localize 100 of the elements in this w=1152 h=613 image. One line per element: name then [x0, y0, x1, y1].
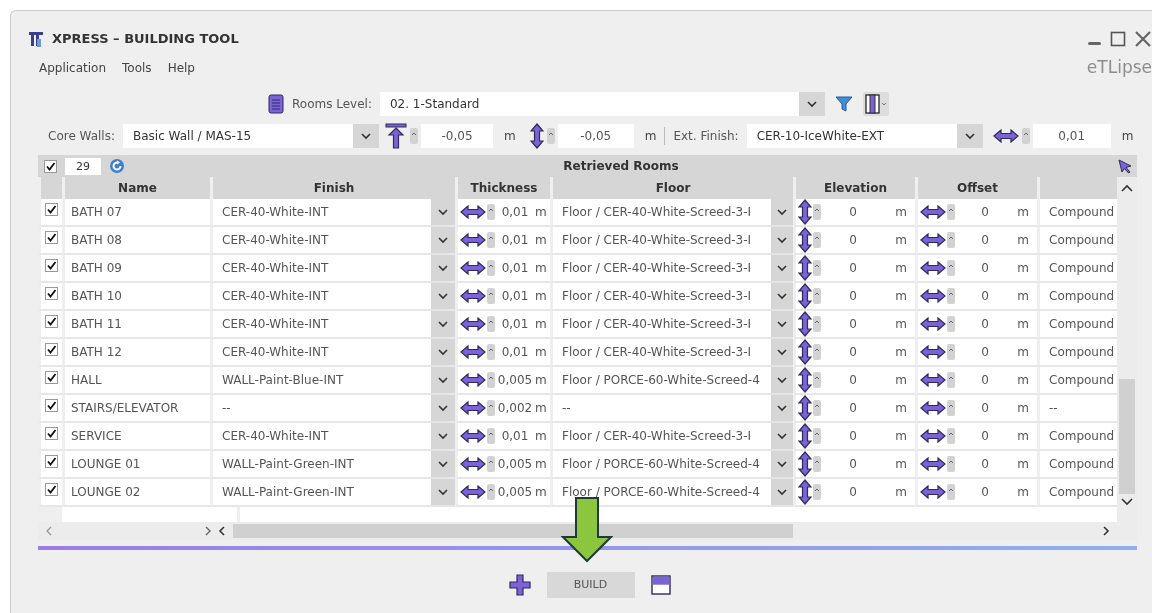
checkbox[interactable] [45, 231, 58, 244]
spin-button[interactable] [487, 344, 495, 360]
number-field[interactable]: 0 [955, 483, 1015, 501]
dropdown-button[interactable] [431, 339, 455, 365]
spin-button[interactable] [813, 260, 821, 276]
spin-button[interactable] [410, 128, 418, 144]
number-field[interactable]: 0 [955, 455, 1015, 473]
column-header[interactable]: Thickness [455, 177, 550, 199]
number-field[interactable]: 0,01 [495, 259, 535, 277]
checkbox[interactable] [45, 455, 58, 468]
spin-button[interactable] [813, 372, 821, 388]
spin-button[interactable] [813, 316, 821, 332]
spin-button[interactable] [813, 400, 821, 416]
number-field[interactable]: 0 [955, 287, 1015, 305]
number-field[interactable]: -0,05 [421, 124, 493, 148]
number-field[interactable]: 0 [821, 343, 885, 361]
spin-button[interactable] [487, 260, 495, 276]
spin-button[interactable] [947, 400, 955, 416]
number-field[interactable]: 0 [955, 343, 1015, 361]
number-field[interactable]: 0,005 [495, 455, 535, 473]
filter-icon[interactable] [834, 95, 853, 113]
select-field[interactable]: CER-10-IceWhite-EXT [746, 124, 983, 148]
spin-button[interactable] [813, 204, 821, 220]
number-field[interactable]: 0,01 [495, 203, 535, 221]
checkbox[interactable] [45, 287, 58, 300]
number-field[interactable]: 0 [955, 371, 1015, 389]
dropdown-button[interactable] [771, 395, 793, 421]
spin-button[interactable] [947, 316, 955, 332]
spin-button[interactable] [813, 456, 821, 472]
checkbox[interactable] [45, 203, 58, 216]
checkbox[interactable] [45, 315, 58, 328]
dropdown-button[interactable] [431, 423, 455, 449]
spin-button[interactable] [813, 232, 821, 248]
number-field[interactable]: 0 [821, 399, 885, 417]
checkbox[interactable] [44, 159, 57, 173]
checkbox[interactable] [45, 259, 58, 272]
number-field[interactable]: 0 [955, 259, 1015, 277]
column-header[interactable]: Floor [550, 177, 793, 199]
dropdown-button[interactable] [431, 451, 455, 477]
spin-button[interactable] [487, 316, 495, 332]
spin-button[interactable] [947, 260, 955, 276]
column-header[interactable]: Elevation [793, 177, 915, 199]
scrollbar-thumb[interactable] [233, 524, 793, 538]
spin-button[interactable] [947, 372, 955, 388]
dropdown-button[interactable] [431, 395, 455, 421]
dropdown-button[interactable] [431, 283, 455, 309]
dropdown-button[interactable] [353, 124, 379, 148]
select-field[interactable]: Basic Wall / MAS-15 [123, 124, 379, 148]
spin-button[interactable] [487, 232, 495, 248]
spin-button[interactable] [1021, 128, 1030, 144]
column-header[interactable]: Offset [915, 177, 1037, 199]
spin-button[interactable] [813, 288, 821, 304]
dropdown-button[interactable] [771, 199, 793, 225]
dropdown-button[interactable] [771, 367, 793, 393]
dropdown-button[interactable] [771, 283, 793, 309]
maximize-icon[interactable] [1110, 30, 1126, 47]
number-field[interactable]: 0,002 [495, 399, 535, 417]
number-field[interactable]: 0 [821, 455, 885, 473]
dropdown-button[interactable] [431, 227, 455, 253]
spin-button[interactable] [813, 484, 821, 500]
number-field[interactable]: 0 [821, 483, 885, 501]
number-field[interactable]: 0,01 [495, 315, 535, 333]
spin-button[interactable] [947, 484, 955, 500]
dropdown-button[interactable] [771, 255, 793, 281]
number-field[interactable]: 0,01 [495, 287, 535, 305]
spin-button[interactable] [487, 372, 495, 388]
refresh-icon[interactable] [109, 158, 125, 174]
spin-button[interactable] [947, 344, 955, 360]
dropdown-button[interactable] [431, 479, 455, 505]
spin-button[interactable] [487, 456, 495, 472]
menu-item[interactable]: Tools [122, 59, 152, 77]
spin-button[interactable] [947, 232, 955, 248]
column-header[interactable]: Name [62, 177, 210, 199]
number-field[interactable]: 0 [955, 399, 1015, 417]
spin-button[interactable] [487, 288, 495, 304]
number-field[interactable]: 0 [821, 259, 885, 277]
spin-button[interactable] [947, 456, 955, 472]
select-field[interactable]: 02. 1-Standard [379, 92, 825, 116]
number-field[interactable]: 0 [821, 315, 885, 333]
spin-button[interactable] [947, 288, 955, 304]
dropdown-button[interactable] [431, 199, 455, 225]
number-field[interactable]: 0,005 [495, 371, 535, 389]
spin-button[interactable] [487, 428, 495, 444]
dropdown-button[interactable] [771, 339, 793, 365]
spin-button[interactable] [813, 428, 821, 444]
checkbox[interactable] [45, 343, 58, 356]
scrollbar-thumb[interactable] [1119, 379, 1135, 494]
dropdown-button[interactable] [956, 124, 983, 148]
number-field[interactable]: 0,005 [495, 483, 535, 501]
cursor-icon[interactable] [1117, 158, 1133, 174]
dropdown-button[interactable] [771, 423, 793, 449]
number-field[interactable]: -0,05 [557, 124, 634, 148]
number-field[interactable]: 0,01 [495, 427, 535, 445]
dropdown-button[interactable] [771, 451, 793, 477]
dropdown-button[interactable] [771, 227, 793, 253]
dropdown-button[interactable] [798, 92, 825, 116]
panel-icon[interactable] [650, 575, 671, 595]
spin-button[interactable] [487, 204, 495, 220]
plus-icon[interactable] [508, 574, 531, 596]
number-field[interactable]: 0 [821, 371, 885, 389]
